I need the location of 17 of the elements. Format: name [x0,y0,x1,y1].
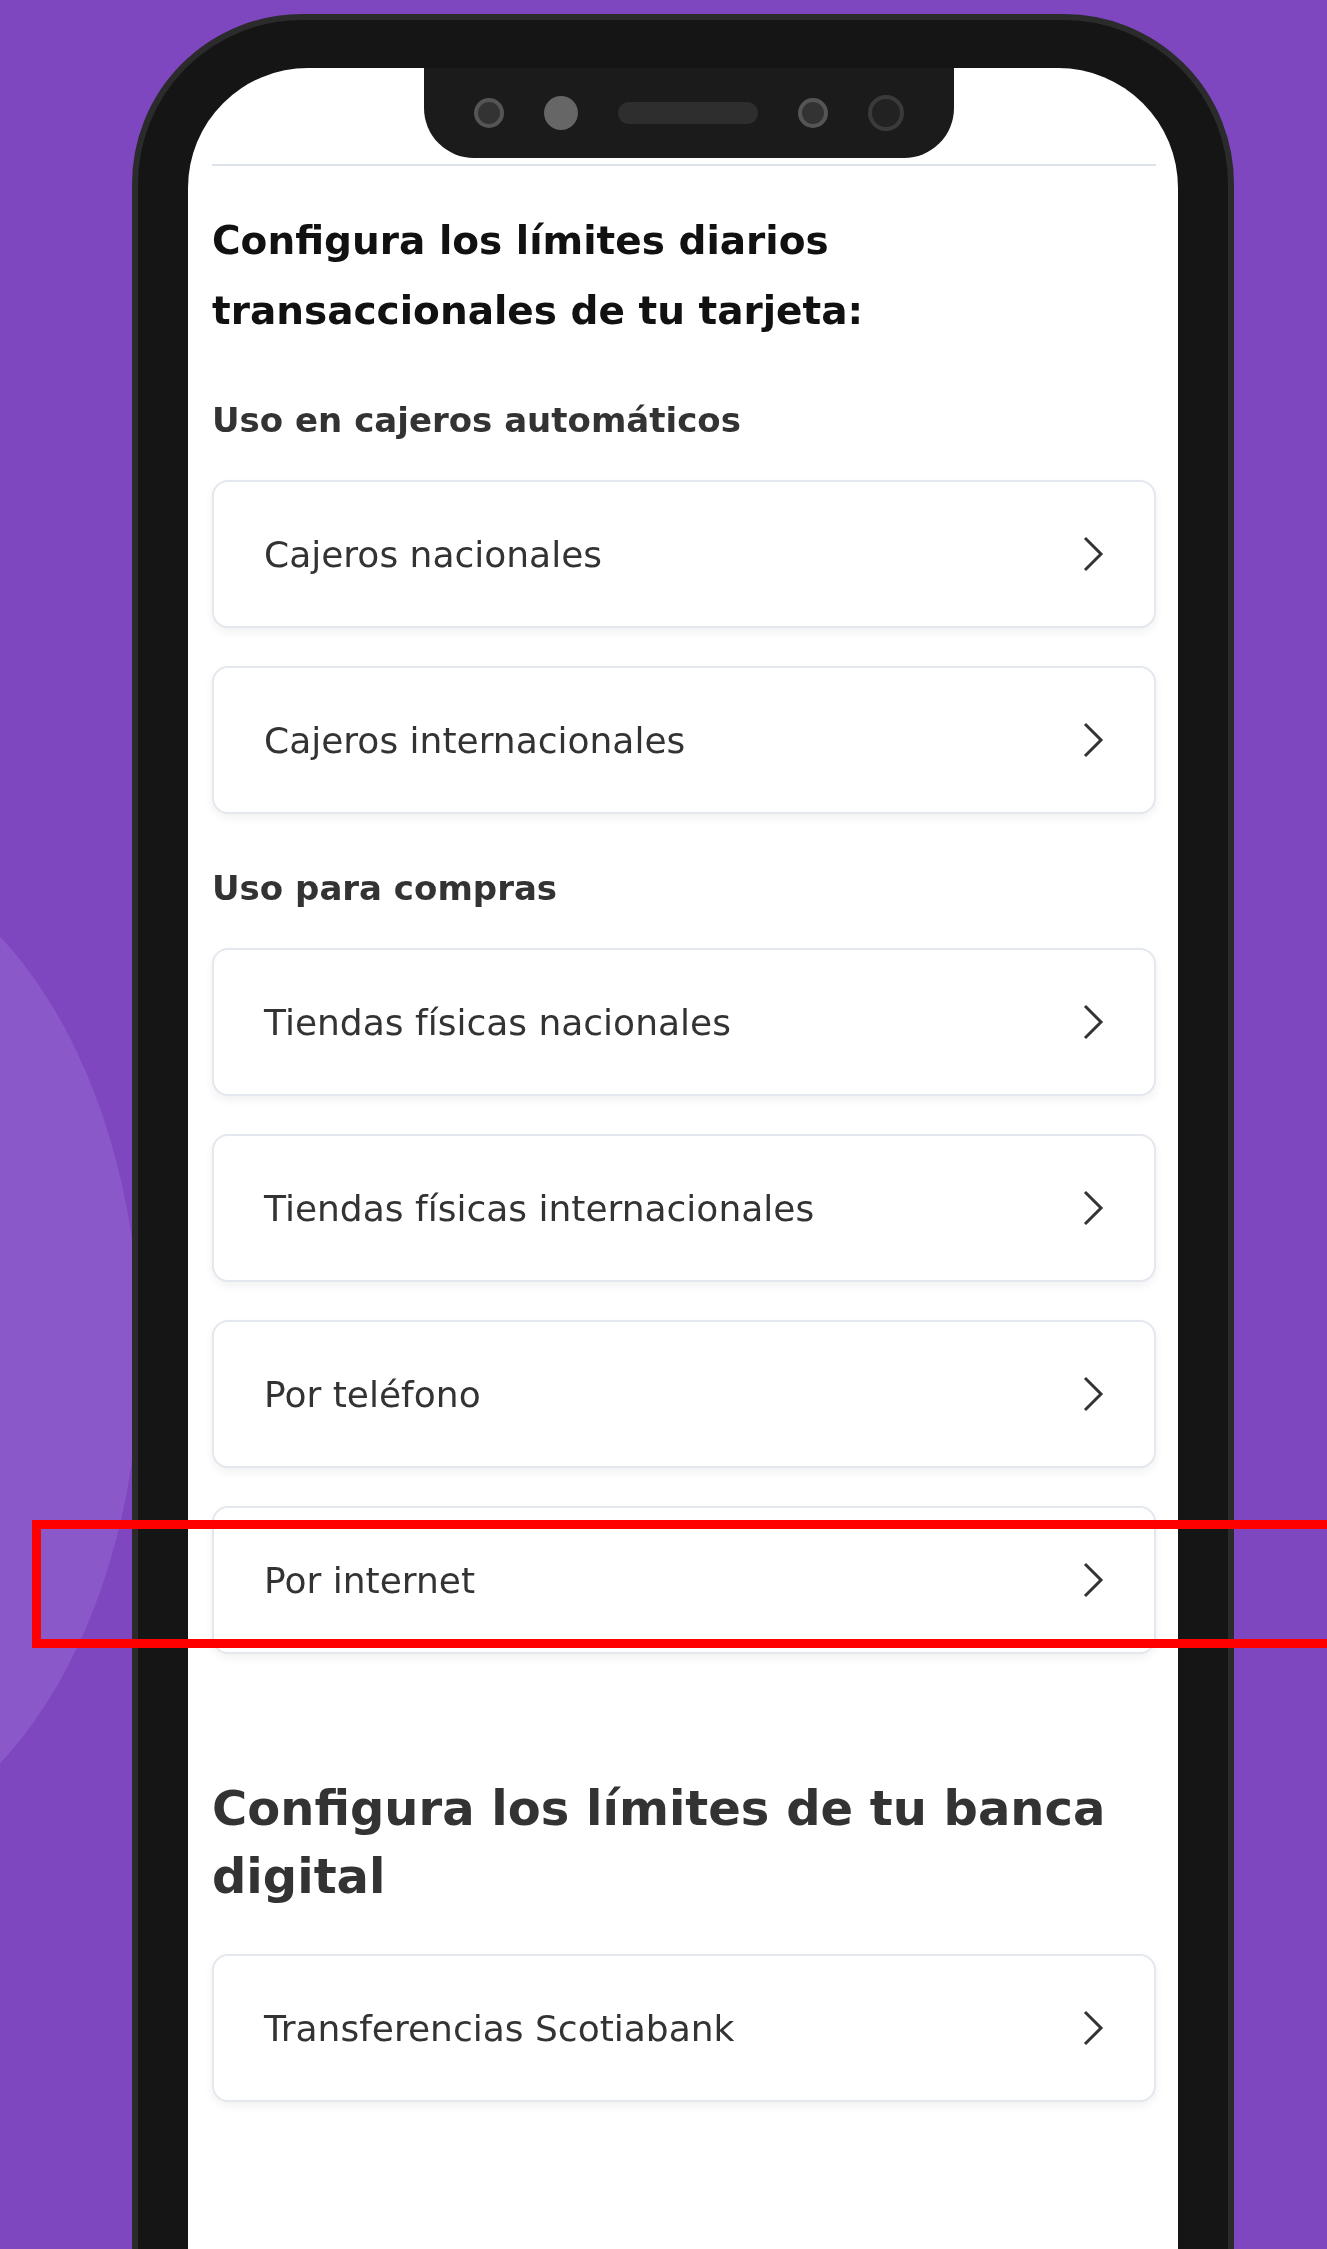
chevron-right-icon [1082,2009,1104,2047]
section-heading: Uso en cajeros automáticos [212,399,742,442]
limit-option[interactable]: Por teléfono [212,1320,1156,1468]
limit-option[interactable]: Cajeros nacionales [212,480,1156,628]
limit-option[interactable]: Transferencias Scotiabank [212,1954,1156,2102]
limit-option[interactable]: Tiendas físicas nacionales [212,948,1156,1096]
chevron-right-icon [1082,1375,1104,1413]
page-title: Configura los límites diarios transaccionales de tu tarjeta: [212,217,865,335]
section-heading: Configura los límites de tu banca digital [212,1779,1107,1906]
chevron-right-icon [1082,1003,1104,1041]
limit-option[interactable]: Cajeros internacionales [212,666,1156,814]
chevron-right-icon [1082,721,1104,759]
section-heading: Uso para compras [212,867,559,910]
limit-option[interactable]: Tiendas físicas internacionales [212,1134,1156,1282]
chevron-right-icon [1082,1561,1104,1599]
chevron-right-icon [1082,535,1104,573]
chevron-right-icon [1082,1189,1104,1227]
